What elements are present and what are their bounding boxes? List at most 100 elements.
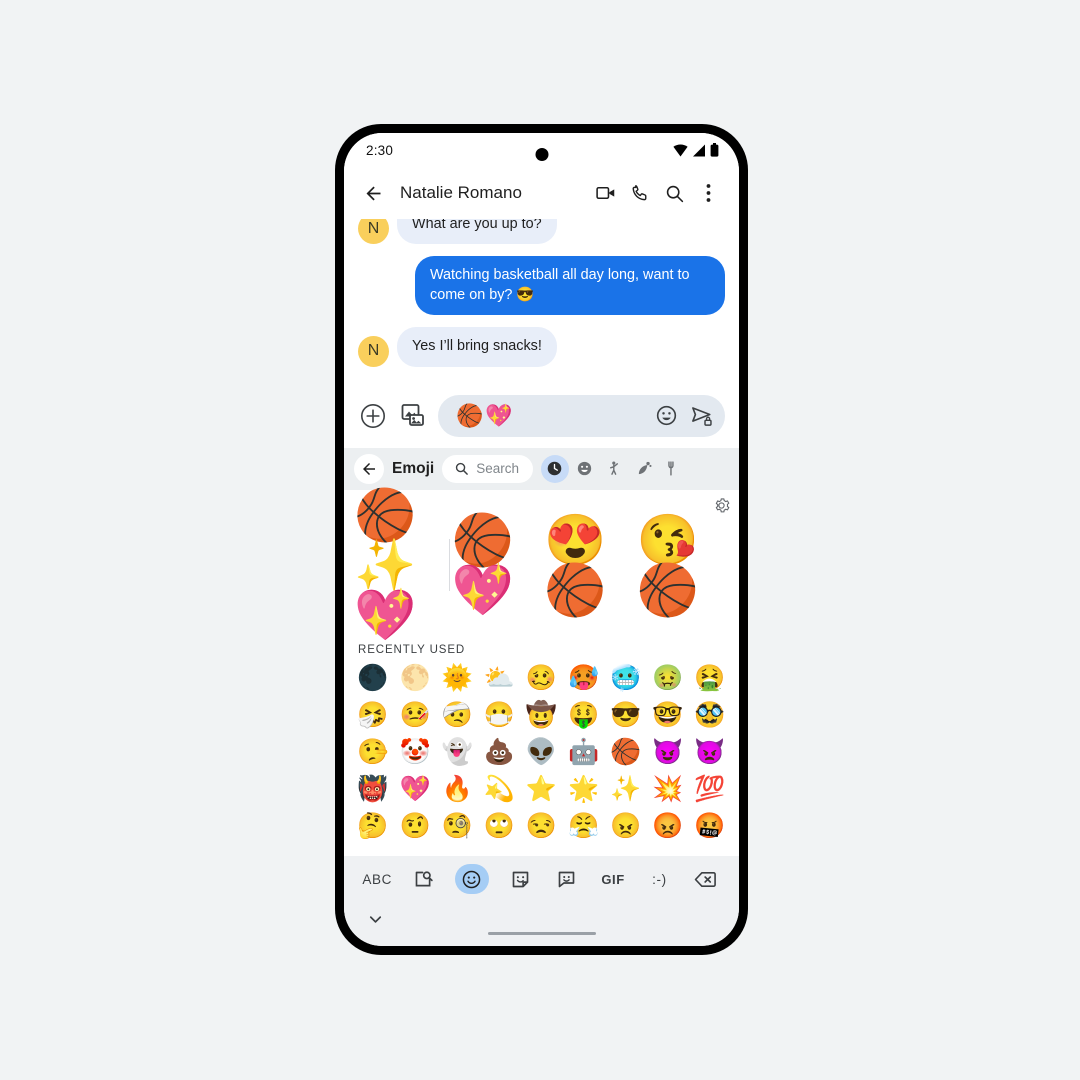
gif-key[interactable]: GIF bbox=[598, 864, 628, 894]
phone-call-icon[interactable] bbox=[623, 176, 657, 210]
search-icon[interactable] bbox=[657, 176, 691, 210]
sticker-icon[interactable] bbox=[505, 864, 535, 894]
emoji-cell[interactable]: 👽 bbox=[525, 736, 559, 770]
compose-bar: 🏀💖 bbox=[344, 387, 739, 448]
emoji-cell[interactable]: 🤧 bbox=[356, 699, 390, 733]
emoji-grid: 🌑 🌕 🌞 ⛅ 🥴 🥵 🥶 🤢 🤮 🤧 🤒 🤕 😷 🤠 🤑 😎 🤓 🥸 🤥 🤡 👻 💩 👽 🤖 🏀 😈 👿 👹 💖 🔥 💫 ⭐ 🌟 ✨ 💥 💯 🤔 🤨 🧐 🙄… bbox=[356, 662, 727, 844]
emoji-cell[interactable]: 👿 bbox=[693, 736, 727, 770]
settings-gear-icon[interactable] bbox=[711, 496, 731, 516]
emoji-cell[interactable]: 😎 bbox=[609, 699, 643, 733]
back-arrow-icon[interactable] bbox=[356, 176, 390, 210]
emoji-picker-header: Emoji Search bbox=[344, 447, 739, 490]
smiley-icon bbox=[576, 460, 593, 477]
send-encrypted-icon[interactable] bbox=[687, 401, 717, 431]
emoji-cell[interactable]: 🤑 bbox=[567, 699, 601, 733]
gesture-nav-handle[interactable] bbox=[487, 932, 596, 935]
emoji-cell[interactable]: 👹 bbox=[356, 773, 390, 807]
camera-punch-hole bbox=[535, 148, 548, 161]
tab-people[interactable] bbox=[601, 455, 629, 483]
emoji-cell[interactable]: 🥵 bbox=[567, 662, 601, 696]
emoji-kitchen-suggestions: 🏀✨💖 🏀💖 😍🏀 😘🏀 bbox=[344, 489, 739, 640]
tab-recent[interactable] bbox=[540, 454, 569, 483]
emoji-cell[interactable]: 🌟 bbox=[567, 773, 601, 807]
emoji-category-tabs bbox=[540, 454, 731, 483]
emoji-cell[interactable]: 👻 bbox=[440, 736, 474, 770]
message-row-incoming-1[interactable]: N What are you up to? bbox=[358, 219, 725, 245]
emoji-cell[interactable]: 😈 bbox=[651, 736, 685, 770]
message-row-incoming-2[interactable]: N Yes I’ll bring snacks! bbox=[358, 327, 725, 367]
video-call-icon[interactable] bbox=[589, 176, 623, 210]
tab-food[interactable] bbox=[661, 455, 689, 483]
message-bubble[interactable]: What are you up to? bbox=[397, 219, 557, 245]
emoji-face-icon[interactable] bbox=[651, 401, 681, 431]
tab-smileys[interactable] bbox=[571, 455, 599, 483]
emoji-cell[interactable]: 🤮 bbox=[693, 662, 727, 696]
status-time: 2:30 bbox=[366, 142, 394, 158]
basketball-heart-sticker[interactable]: 🏀💖 bbox=[452, 515, 545, 615]
heart-eyes-basketball-sticker[interactable]: 😍🏀 bbox=[544, 515, 637, 615]
emoji-search-field[interactable]: Search bbox=[442, 454, 533, 483]
emoji-cell[interactable]: 🤡 bbox=[398, 736, 432, 770]
emoji-cell[interactable]: 💖 bbox=[398, 773, 432, 807]
emoji-cell[interactable]: 🤕 bbox=[440, 699, 474, 733]
emoji-cell[interactable]: 🤬 bbox=[693, 810, 727, 844]
emoji-cell[interactable]: 🌑 bbox=[356, 662, 390, 696]
emoji-cell[interactable]: 🥴 bbox=[525, 662, 559, 696]
plus-circle-icon[interactable] bbox=[358, 401, 388, 431]
message-bubble[interactable]: Yes I’ll bring snacks! bbox=[397, 327, 557, 367]
emoji-cell[interactable]: 🥸 bbox=[693, 699, 727, 733]
emoji-cell[interactable]: 😡 bbox=[651, 810, 685, 844]
emoji-cell[interactable]: 💯 bbox=[693, 773, 727, 807]
emoji-cell[interactable]: 😒 bbox=[525, 810, 559, 844]
emoji-cell[interactable]: 🥶 bbox=[609, 662, 643, 696]
emoji-icon[interactable] bbox=[454, 864, 489, 894]
emoji-cell[interactable]: 🤔 bbox=[356, 810, 390, 844]
emoji-cell[interactable]: 🏀 bbox=[609, 736, 643, 770]
emoji-cell[interactable]: 🤓 bbox=[651, 699, 685, 733]
tab-nature[interactable] bbox=[631, 455, 659, 483]
backspace-icon[interactable] bbox=[691, 864, 721, 894]
emoji-cell[interactable]: 💫 bbox=[482, 773, 516, 807]
message-input[interactable]: 🏀💖 bbox=[438, 394, 725, 437]
emoji-cell[interactable]: 🧐 bbox=[440, 810, 474, 844]
picker-back-icon[interactable] bbox=[354, 453, 384, 484]
emoji-cell[interactable]: 🤠 bbox=[525, 699, 559, 733]
kissing-basketball-sticker[interactable]: 😘🏀 bbox=[637, 515, 730, 615]
emoji-cell[interactable]: 💩 bbox=[482, 736, 516, 770]
picker-title: Emoji bbox=[392, 459, 435, 477]
emoji-cell[interactable]: ⭐ bbox=[525, 773, 559, 807]
emoji-cell[interactable]: ✨ bbox=[609, 773, 643, 807]
emoji-cell[interactable]: 🤖 bbox=[567, 736, 601, 770]
emoji-cell[interactable]: 😠 bbox=[609, 810, 643, 844]
emoji-cell[interactable]: 💥 bbox=[651, 773, 685, 807]
emoji-cell[interactable]: 🤥 bbox=[356, 736, 390, 770]
emoji-cell[interactable]: 🌞 bbox=[440, 662, 474, 696]
emoji-cell[interactable]: ⛅ bbox=[482, 662, 516, 696]
emoji-cell[interactable]: 🤨 bbox=[398, 810, 432, 844]
emoji-cell[interactable]: 🔥 bbox=[440, 773, 474, 807]
emoji-cell[interactable]: 😷 bbox=[482, 699, 516, 733]
overflow-menu-icon[interactable] bbox=[691, 176, 725, 210]
emoticon-key[interactable]: :-) bbox=[644, 864, 674, 894]
sticker-divider bbox=[448, 538, 450, 591]
battery-icon bbox=[710, 143, 719, 157]
section-label: RECENTLY USED bbox=[358, 643, 466, 656]
gallery-icon[interactable] bbox=[398, 401, 428, 431]
chevron-down-icon[interactable] bbox=[366, 910, 385, 929]
conversation-list[interactable]: N What are you up to? Watching basketbal… bbox=[344, 219, 739, 388]
emoji-grid-section[interactable]: RECENTLY USED 🌑 🌕 🌞 ⛅ 🥴 🥵 🥶 🤢 🤮 🤧 🤒 🤕 😷 🤠 🤑 😎 🤓 🥸 🤥 🤡 👻 💩 👽 🤖 🏀 😈… bbox=[344, 639, 739, 856]
avatar-sticker-icon[interactable] bbox=[552, 864, 582, 894]
status-bar: 2:30 bbox=[344, 133, 739, 167]
emoji-cell[interactable]: 🙄 bbox=[482, 810, 516, 844]
emoji-cell[interactable]: 😤 bbox=[567, 810, 601, 844]
emoji-cell[interactable]: 🌕 bbox=[398, 662, 432, 696]
emoji-cell[interactable]: 🤒 bbox=[398, 699, 432, 733]
image-search-icon[interactable] bbox=[409, 864, 439, 894]
message-bubble[interactable]: Watching basketball all day long, want t… bbox=[415, 256, 725, 316]
message-row-outgoing[interactable]: Watching basketball all day long, want t… bbox=[358, 256, 725, 316]
emoji-cell[interactable]: 🤢 bbox=[651, 662, 685, 696]
abc-key[interactable]: ABC bbox=[362, 864, 392, 894]
page-title: Natalie Romano bbox=[400, 183, 522, 202]
draft-text: 🏀💖 bbox=[456, 402, 515, 428]
basketball-sparkle-heart-sticker[interactable]: 🏀✨💖 bbox=[354, 490, 447, 640]
